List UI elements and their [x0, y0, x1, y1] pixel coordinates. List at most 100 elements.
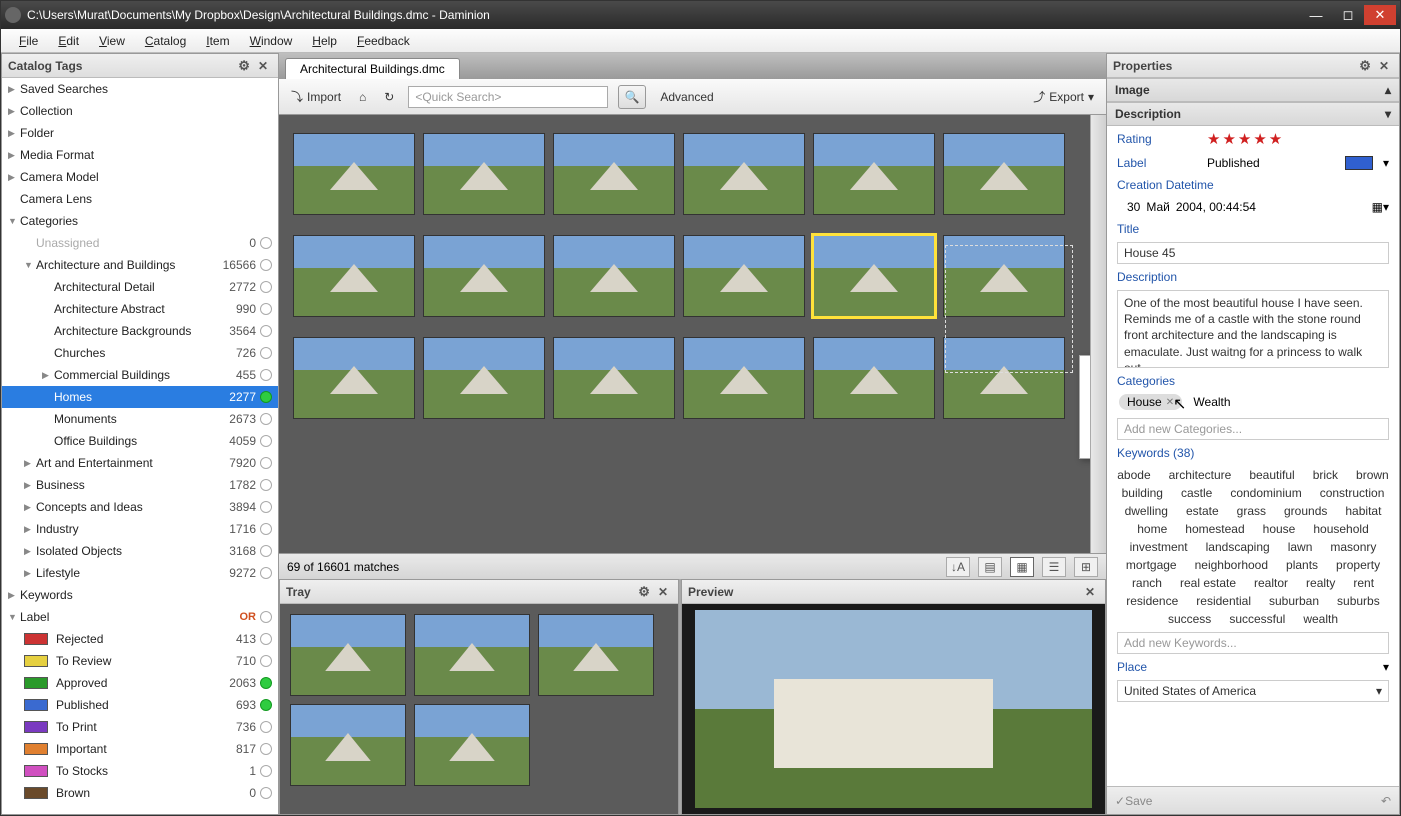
home-button[interactable]: ⌂ — [355, 88, 370, 106]
menu-item[interactable]: Item — [196, 32, 239, 50]
tag-row[interactable]: ▶Commercial Buildings455 — [2, 364, 278, 386]
rating-stars[interactable]: ★★★★★ — [1207, 130, 1284, 148]
remove-icon[interactable]: ✕ — [1166, 397, 1174, 408]
tag-row[interactable]: Architectural Detail2772 — [2, 276, 278, 298]
tray-thumbnail[interactable] — [290, 614, 406, 696]
description-textarea[interactable]: One of the most beautiful house I have s… — [1117, 290, 1389, 368]
tag-row[interactable]: Churches726 — [2, 342, 278, 364]
keyword[interactable]: realtor — [1254, 576, 1288, 590]
thumbnail[interactable] — [813, 133, 935, 215]
keyword[interactable]: rent — [1353, 576, 1374, 590]
label-color-swatch[interactable] — [1345, 156, 1373, 170]
label-row[interactable]: Approved2063 — [2, 672, 278, 694]
keyword[interactable]: building — [1122, 486, 1163, 500]
keyword[interactable]: neighborhood — [1195, 558, 1268, 572]
thumbnail[interactable] — [943, 133, 1065, 215]
tag-row[interactable]: ▼Categories — [2, 210, 278, 232]
keyword[interactable]: dwelling — [1125, 504, 1168, 518]
thumbnail[interactable] — [683, 133, 805, 215]
keyword[interactable]: household — [1313, 522, 1368, 536]
keyword[interactable]: residence — [1126, 594, 1178, 608]
thumbnail[interactable] — [553, 337, 675, 419]
tag-row[interactable]: ▶Lifestyle9272 — [2, 562, 278, 584]
thumbnail[interactable] — [553, 133, 675, 215]
context-menu-item[interactable]: Home Renovations — [1080, 400, 1090, 434]
search-button[interactable]: 🔍 — [618, 85, 646, 109]
keyword[interactable]: home — [1137, 522, 1167, 536]
keyword[interactable]: estate — [1186, 504, 1219, 518]
keyword[interactable]: grounds — [1284, 504, 1327, 518]
thumbnail[interactable] — [813, 337, 935, 419]
tag-row[interactable]: ▶Folder — [2, 122, 278, 144]
search-input[interactable]: <Quick Search> — [408, 86, 608, 108]
import-button[interactable]: ⤵Import — [287, 86, 345, 107]
keyword[interactable]: house — [1263, 522, 1296, 536]
tag-row[interactable]: ▼LabelOR — [2, 606, 278, 628]
keyword[interactable]: lawn — [1288, 540, 1313, 554]
keyword[interactable]: successful — [1229, 612, 1285, 626]
menu-help[interactable]: Help — [302, 32, 347, 50]
gear-icon[interactable]: ⚙ — [1359, 58, 1371, 74]
tray-thumbnail[interactable] — [414, 614, 530, 696]
tray-thumbnail[interactable] — [290, 704, 406, 786]
menu-window[interactable]: Window — [240, 32, 303, 50]
thumbnail[interactable] — [293, 133, 415, 215]
close-icon[interactable]: ✕ — [654, 585, 672, 599]
undo-icon[interactable]: ↶ — [1381, 794, 1391, 808]
view-list[interactable]: ☰ — [1042, 557, 1066, 577]
thumbnail[interactable] — [943, 337, 1065, 419]
keyword[interactable]: landscaping — [1206, 540, 1270, 554]
gear-icon[interactable]: ⚙ — [638, 584, 650, 600]
label-row[interactable]: Rejected413 — [2, 628, 278, 650]
refresh-button[interactable]: ↻ — [380, 88, 398, 106]
view-tree[interactable]: ⊞ — [1074, 557, 1098, 577]
keyword[interactable]: mortgage — [1126, 558, 1177, 572]
tag-row[interactable]: Monuments2673 — [2, 408, 278, 430]
category-pill[interactable]: House✕ — [1119, 394, 1182, 410]
menu-view[interactable]: View — [89, 32, 135, 50]
place-value[interactable]: United States of America▾ — [1117, 680, 1389, 702]
tag-row[interactable]: ▶Industry1716 — [2, 518, 278, 540]
keyword[interactable]: suburbs — [1337, 594, 1380, 608]
keyword[interactable]: success — [1168, 612, 1211, 626]
minimize-button[interactable]: — — [1300, 5, 1332, 25]
tag-row[interactable]: Office Buildings4059 — [2, 430, 278, 452]
title-input[interactable]: House 45 — [1117, 242, 1389, 264]
keyword[interactable]: real estate — [1180, 576, 1236, 590]
maximize-button[interactable]: ◻ — [1332, 5, 1364, 25]
tag-row[interactable]: Architecture Backgrounds3564 — [2, 320, 278, 342]
keyword[interactable]: investment — [1130, 540, 1188, 554]
add-keywords-input[interactable]: Add new Keywords... — [1117, 632, 1389, 654]
tray-thumbnail[interactable] — [538, 614, 654, 696]
export-button[interactable]: ⤴Export ▾ — [1029, 86, 1098, 107]
gear-icon[interactable]: ⚙ — [238, 58, 250, 74]
thumbnail[interactable] — [293, 337, 415, 419]
label-row[interactable]: To Print736 — [2, 716, 278, 738]
close-icon[interactable]: ✕ — [254, 59, 272, 73]
tag-list[interactable]: ▶Saved Searches▶Collection▶Folder▶Media … — [2, 78, 278, 814]
thumbnail-grid[interactable]: Categories Architecture Home Renovations… — [279, 115, 1090, 553]
menu-edit[interactable]: Edit — [48, 32, 89, 50]
tag-row[interactable]: Camera Lens — [2, 188, 278, 210]
keyword[interactable]: brown — [1356, 468, 1389, 482]
keyword[interactable]: abode — [1117, 468, 1150, 482]
sort-button[interactable]: ↓A — [946, 557, 970, 577]
label-row[interactable]: To Review710 — [2, 650, 278, 672]
label-row[interactable]: To Stocks1 — [2, 760, 278, 782]
tray-thumbnail[interactable] — [414, 704, 530, 786]
tag-row[interactable]: ▶Art and Entertainment7920 — [2, 452, 278, 474]
thumbnail[interactable] — [423, 337, 545, 419]
chevron-down-icon[interactable]: ▾ — [1383, 660, 1389, 674]
tag-row[interactable]: ▶Camera Model — [2, 166, 278, 188]
chevron-down-icon[interactable]: ▾ — [1376, 684, 1382, 698]
keyword[interactable]: beautiful — [1249, 468, 1294, 482]
tag-row[interactable]: ▼Architecture and Buildings16566 — [2, 254, 278, 276]
thumbnail[interactable] — [293, 235, 415, 317]
tag-row[interactable]: Unassigned0 — [2, 232, 278, 254]
view-filmstrip[interactable]: ▤ — [978, 557, 1002, 577]
keyword[interactable]: suburban — [1269, 594, 1319, 608]
tag-row[interactable]: ▶Isolated Objects3168 — [2, 540, 278, 562]
chevron-down-icon[interactable]: ▾ — [1383, 156, 1389, 170]
keyword[interactable]: architecture — [1169, 468, 1232, 482]
keyword[interactable]: masonry — [1330, 540, 1376, 554]
